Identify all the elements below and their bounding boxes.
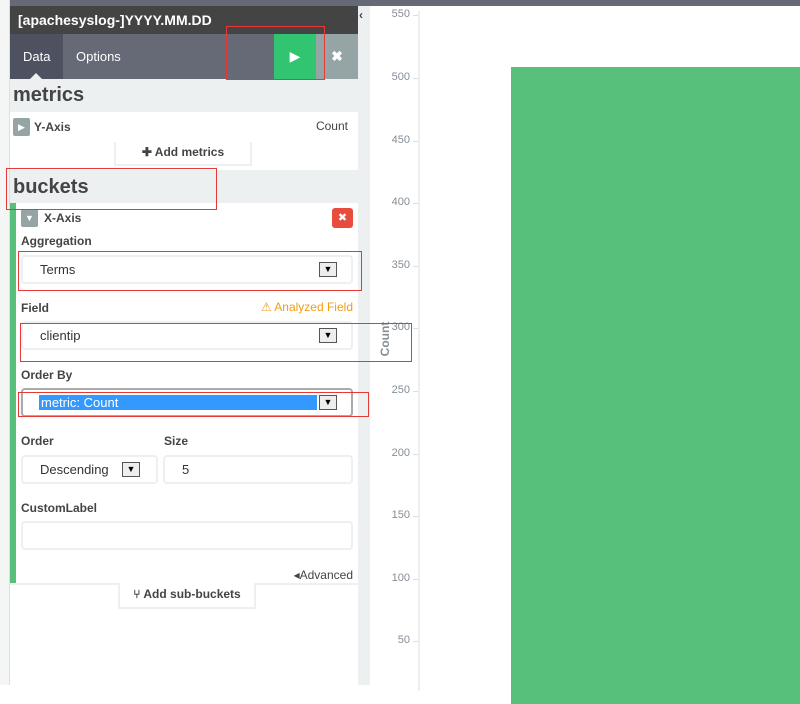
remove-bucket-button[interactable]: ✖ [332,208,353,228]
tab-options[interactable]: Options [63,34,134,79]
advanced-label: Advanced [299,568,353,582]
y-tick-label: 550 [391,8,410,21]
y-tick-label: 500 [391,71,410,83]
y-tick-mark [413,516,418,518]
chevron-left-icon: ‹ [359,8,363,22]
add-sub-buckets-label: Add sub-buckets [143,587,241,601]
y-tick-mark [413,578,418,580]
y-tick-mark [413,391,418,392]
y-tick-mark [413,265,418,267]
field-value: clientip [40,328,81,343]
y-tick-mark [413,140,418,142]
order-label: Order [21,434,54,448]
order-by-value: metric: Count [39,395,317,410]
y-tick-label: 400 [391,196,410,209]
add-metrics-button[interactable]: ✚ Add metrics [114,142,252,166]
plus-icon: ✚ [141,145,155,159]
y-axis-line [418,11,420,691]
collapse-sidebar[interactable]: ‹ [358,6,370,685]
custom-label-input[interactable] [21,521,353,550]
close-icon: ✖ [337,212,348,224]
y-axis-value: Count [315,119,348,133]
field-label: Field [21,301,50,315]
order-by-label: Order By [21,368,73,382]
size-label: Size [164,434,189,448]
y-tick-label: 350 [391,258,410,271]
add-sub-buckets-button[interactable]: ⑂ Add sub-buckets [118,583,256,609]
order-value: Descending [40,462,109,477]
warning-text: Analyzed Field [274,300,353,314]
aggregation-value: Terms [40,262,76,277]
y-tick-label: 300 [391,321,410,334]
chevron-down-icon: ▼ [122,462,140,477]
y-tick-label: 100 [391,571,410,584]
chevron-down-icon: ▼ [319,395,337,410]
y-axis-label: Y-Axis [34,120,71,134]
y-tick-label: 200 [391,446,410,459]
size-value: 5 [182,462,190,477]
bar[interactable] [511,66,800,704]
x-axis-bucket: ▼ X-Axis ✖ Aggregation Terms ▼ Field ⚠ An… [16,203,358,583]
y-tick-mark [413,203,418,205]
y-tick-label: 150 [391,509,410,522]
fork-icon: ⑂ [133,587,144,601]
x-axis-label: X-Axis [44,211,82,225]
y-axis-row[interactable]: ▶ Y-Axis Count [10,112,358,142]
y-tick-mark [413,15,418,17]
warning-icon: ⚠ [260,300,275,314]
buckets-heading: buckets [13,176,89,198]
metrics-heading: metrics [13,84,85,106]
analyzed-field-warning: ⚠ Analyzed Field [261,300,353,314]
tab-data[interactable]: Data [10,34,64,79]
y-tick-mark [413,453,418,455]
y-tick-mark [413,641,418,643]
size-input[interactable]: 5 [163,455,353,484]
close-icon: ✖ [331,48,343,64]
chevron-right-icon[interactable]: ▶ [13,118,30,136]
order-by-select[interactable]: metric: Count ▼ [21,388,353,417]
y-tick-label: 250 [391,384,410,396]
add-metrics-label: Add metrics [154,145,225,159]
discard-button[interactable]: ✖ [316,34,358,79]
app-sidebar [0,0,10,685]
apply-button[interactable]: ▶ [274,34,316,79]
play-icon: ▶ [289,48,301,64]
chart-area: Count 550 500 450 400 350 300 250 200 150 100 50 [370,6,800,704]
field-select[interactable]: clientip ▼ [21,321,353,350]
order-select[interactable]: Descending ▼ [21,455,158,484]
chevron-down-icon: ▼ [319,262,337,277]
aggregation-select[interactable]: Terms ▼ [21,255,353,284]
advanced-toggle[interactable]: ◂Advanced [294,568,353,582]
y-tick-mark [413,328,418,330]
custom-label-label: CustomLabel [21,501,98,515]
chevron-down-icon: ▼ [319,328,337,343]
y-tick-mark [413,78,418,79]
index-pattern-title: [apachesyslog-]YYYY.MM.DD [10,6,358,34]
y-tick-label: 50 [397,634,410,647]
y-tick-label: 450 [391,133,410,146]
aggregation-label: Aggregation [21,234,92,248]
chevron-down-icon[interactable]: ▼ [21,209,38,227]
